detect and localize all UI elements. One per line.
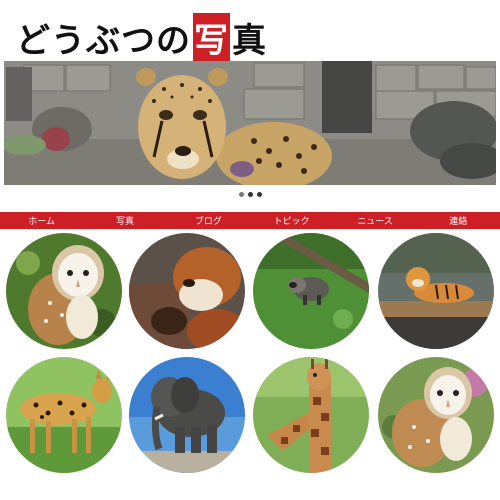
gallery-thumb-raccoon-dog[interactable]: [253, 233, 369, 349]
nav-item-photos[interactable]: 写真: [83, 214, 166, 227]
gallery-thumb-serval[interactable]: [6, 357, 122, 473]
site-logo[interactable]: どうぶつの 写 真: [16, 12, 267, 62]
serval-image: [6, 357, 122, 473]
gallery-thumb-barn-owl-2[interactable]: [378, 357, 494, 473]
nav-item-contact[interactable]: 連絡: [417, 214, 500, 227]
slider-dot[interactable]: [238, 192, 244, 197]
tiger-image: [378, 233, 494, 349]
nav-item-news[interactable]: ニュース: [333, 214, 416, 227]
giraffe-image: [253, 357, 369, 473]
hero-slider[interactable]: [4, 61, 496, 185]
red-panda-image: [129, 233, 245, 349]
gallery-thumb-tiger[interactable]: [378, 233, 494, 349]
barn-owl-image: [6, 233, 122, 349]
gallery-thumb-red-panda[interactable]: [129, 233, 245, 349]
raccoon-dog-image: [253, 233, 369, 349]
nav-item-blog[interactable]: ブログ: [167, 214, 250, 227]
site-title-part1: どうぶつの: [16, 20, 191, 61]
slider-dots: [0, 192, 500, 200]
site-title-highlight: 写: [193, 12, 230, 62]
photo-gallery: [0, 233, 500, 483]
nav-item-home[interactable]: ホーム: [0, 214, 83, 227]
hero-cheetah-image: [4, 61, 496, 185]
gallery-thumb-giraffe[interactable]: [253, 357, 369, 473]
slider-dot[interactable]: [256, 192, 262, 197]
main-nav: ホーム 写真 ブログ トピック ニュース 連絡: [0, 212, 500, 229]
elephant-image: [129, 357, 245, 473]
gallery-thumb-barn-owl[interactable]: [6, 233, 122, 349]
gallery-thumb-elephant[interactable]: [129, 357, 245, 473]
nav-item-topics[interactable]: トピック: [250, 214, 333, 227]
barn-owl-image: [378, 357, 494, 473]
site-title-part2: 真: [232, 20, 267, 61]
slider-dot[interactable]: [247, 192, 253, 197]
